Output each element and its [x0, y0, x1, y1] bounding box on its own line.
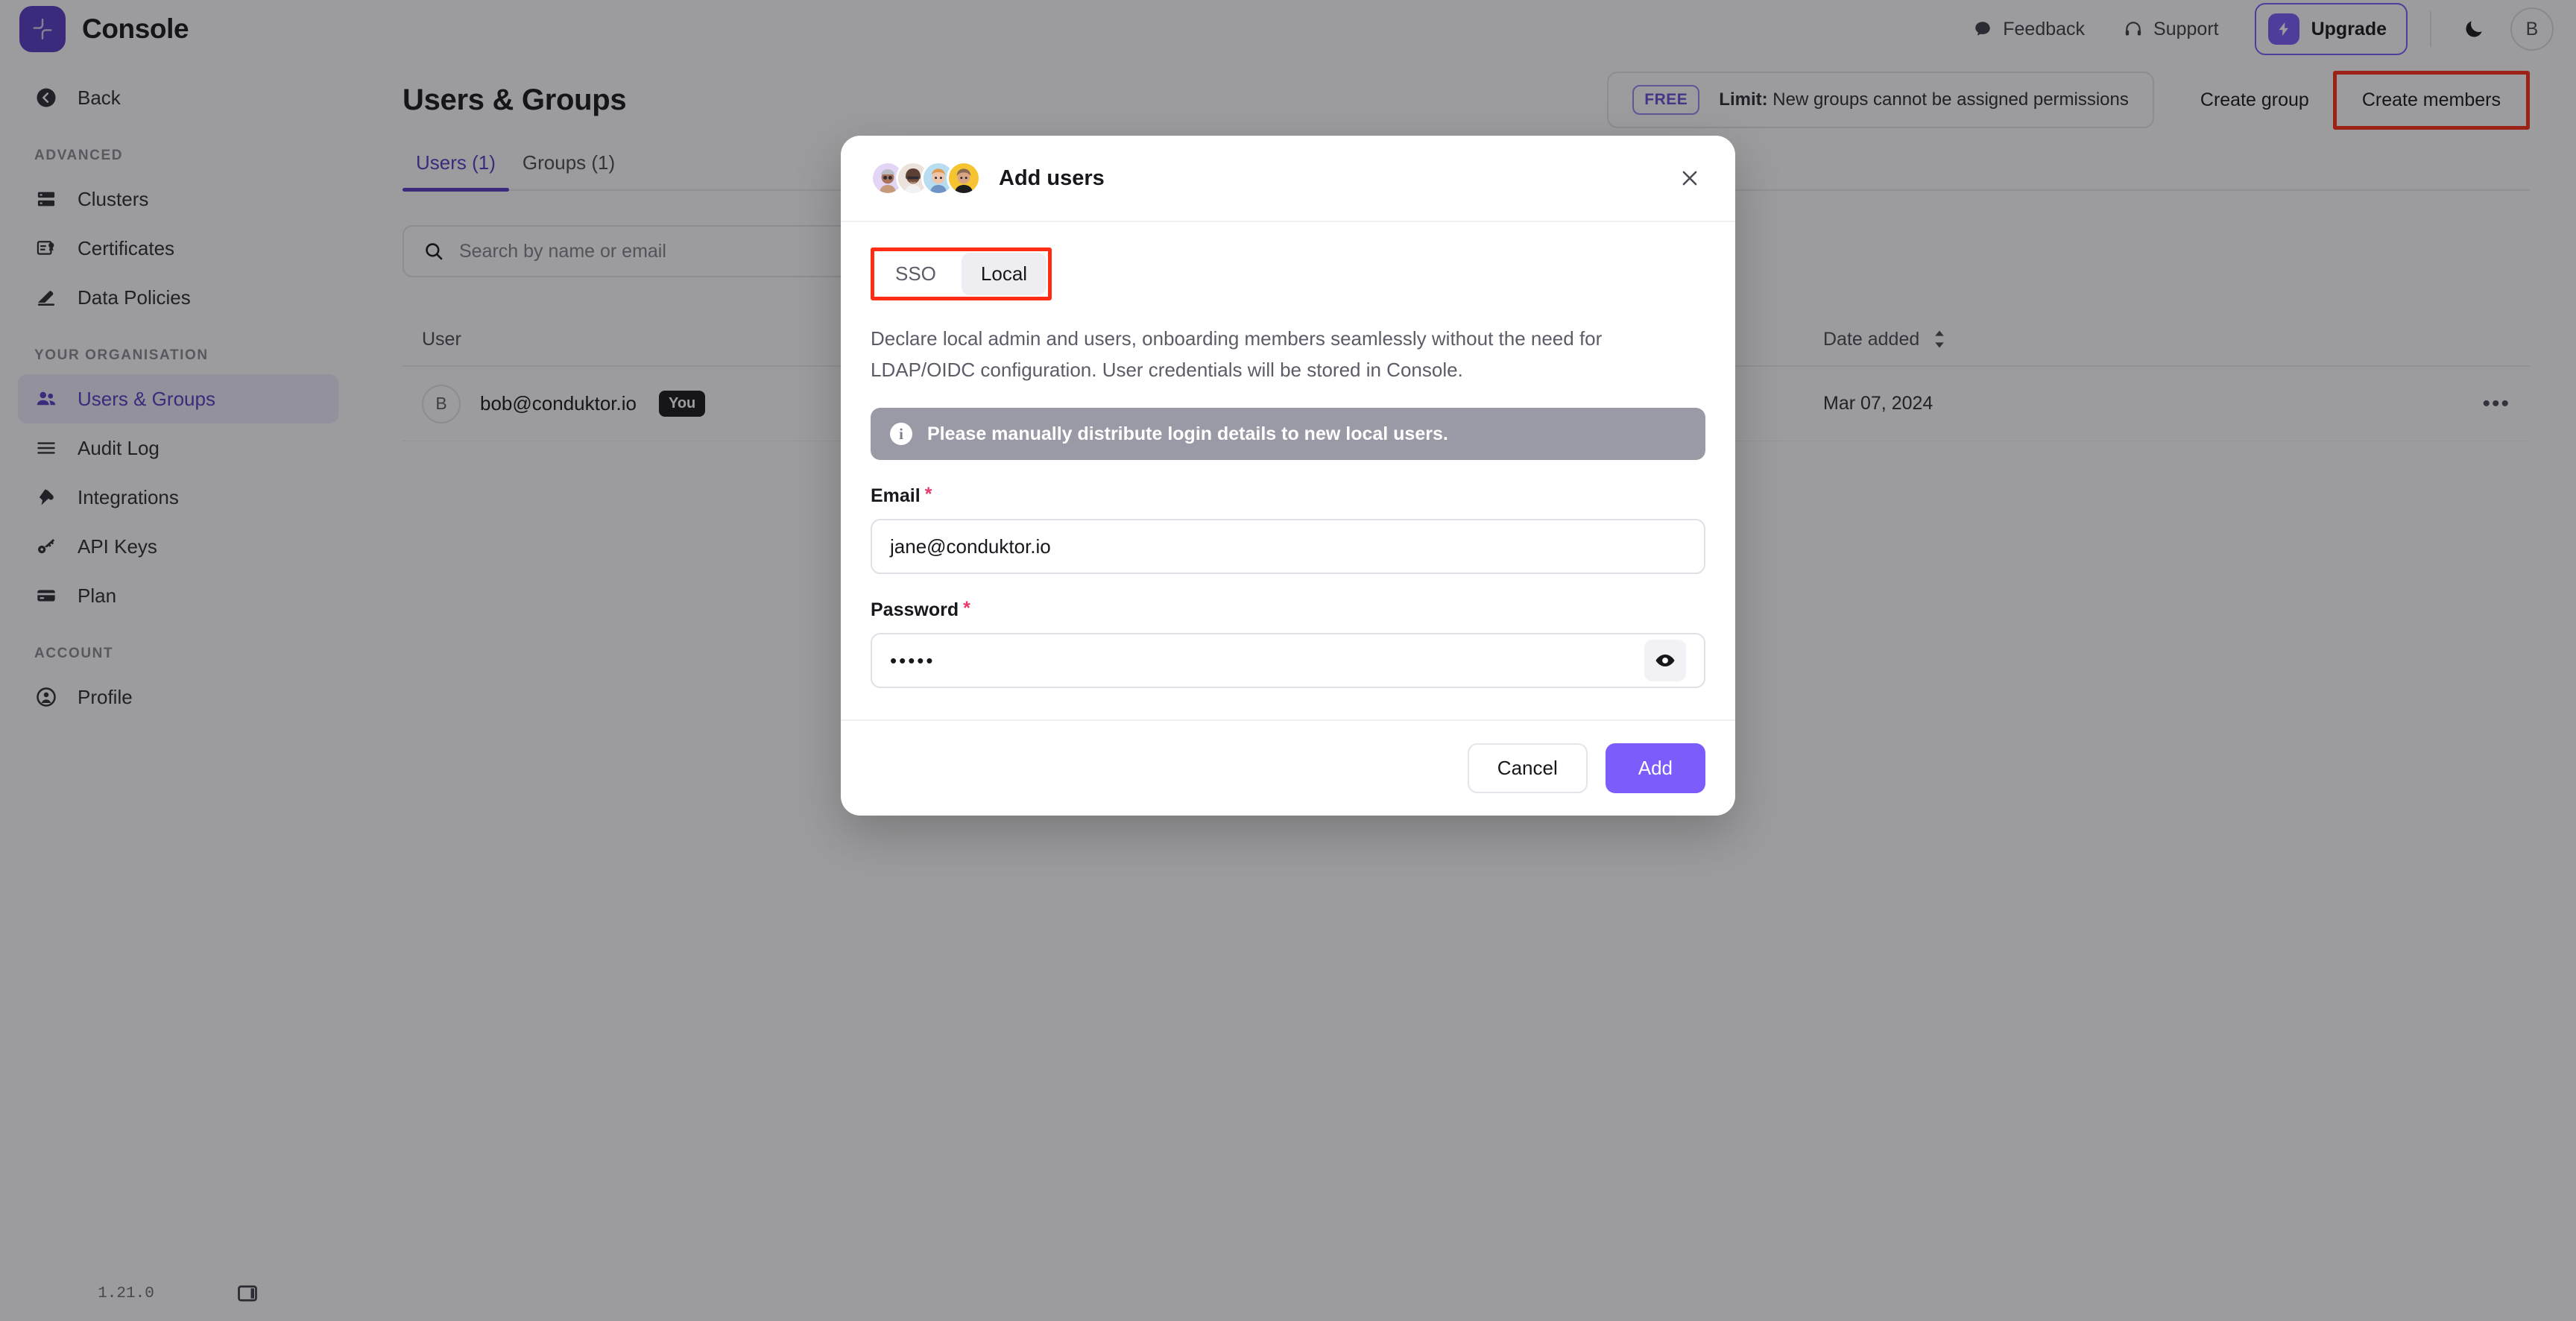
screen: Console Feedback Support Upgrade B Back … [0, 0, 2576, 1321]
info-banner-text: Please manually distribute login details… [927, 423, 1448, 444]
password-label: Password * [871, 599, 1705, 621]
modal-body: SSO Local Declare local admin and users,… [841, 222, 1735, 719]
email-field[interactable]: jane@conduktor.io [871, 519, 1705, 575]
tab-sso[interactable]: SSO [876, 253, 956, 295]
eye-icon[interactable] [1644, 640, 1686, 682]
auth-tabs-highlight: SSO Local [871, 248, 1052, 300]
add-users-modal: Add users SSO Local Declare local admin … [841, 136, 1735, 816]
email-label: Email * [871, 485, 1705, 507]
required-marker: * [963, 598, 970, 619]
auth-mode-tabs: SSO Local [876, 253, 1047, 295]
add-button[interactable]: Add [1605, 743, 1705, 794]
password-field-value: ••••• [890, 649, 935, 672]
email-field-value: jane@conduktor.io [890, 535, 1051, 558]
cancel-button[interactable]: Cancel [1467, 743, 1588, 794]
info-icon: i [890, 423, 912, 446]
modal-description: Declare local admin and users, onboardin… [871, 327, 1603, 382]
email-field-group: Email * jane@conduktor.io [871, 485, 1705, 575]
avatar-stack [871, 161, 981, 195]
email-label-text: Email [871, 485, 921, 507]
modal-header: Add users [841, 136, 1735, 222]
modal-title: Add users [999, 165, 1105, 190]
password-field-group: Password * ••••• [871, 599, 1705, 689]
avatar [947, 161, 981, 195]
tab-local[interactable]: Local [961, 253, 1047, 295]
close-icon[interactable] [1674, 163, 1705, 194]
modal-footer: Cancel Add [841, 719, 1735, 816]
password-field[interactable]: ••••• [871, 633, 1705, 689]
password-label-text: Password [871, 599, 959, 621]
info-banner: i Please manually distribute login detai… [871, 408, 1705, 461]
required-marker: * [924, 484, 932, 505]
